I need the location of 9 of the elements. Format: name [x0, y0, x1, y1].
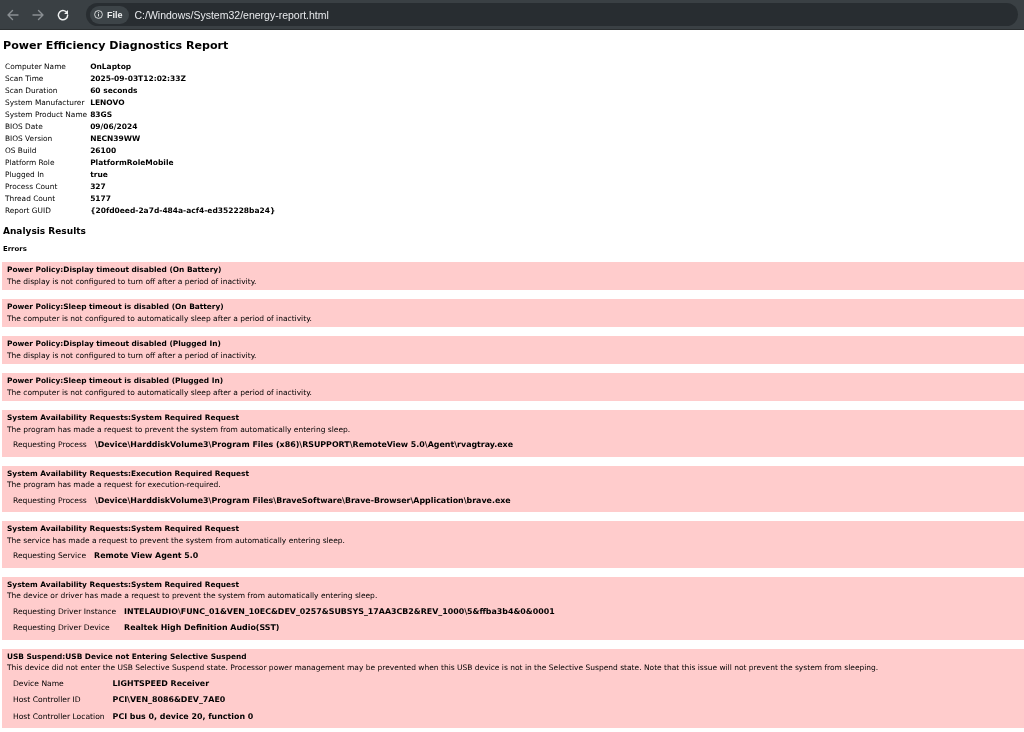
- address-bar[interactable]: File C:/Windows/System32/energy-report.html: [86, 3, 1018, 26]
- report-title: Power Efficiency Diagnostics Report: [3, 39, 230, 53]
- site-info-chip[interactable]: File: [90, 5, 129, 24]
- info-icon: [94, 10, 103, 19]
- url-text: C:/Windows/System32/energy-report.html: [134, 8, 329, 21]
- arrow-left-icon: [7, 8, 19, 21]
- arrow-right-icon: [32, 8, 44, 21]
- section-heading: Analysis Results: [3, 225, 87, 237]
- reload-icon: [57, 8, 69, 21]
